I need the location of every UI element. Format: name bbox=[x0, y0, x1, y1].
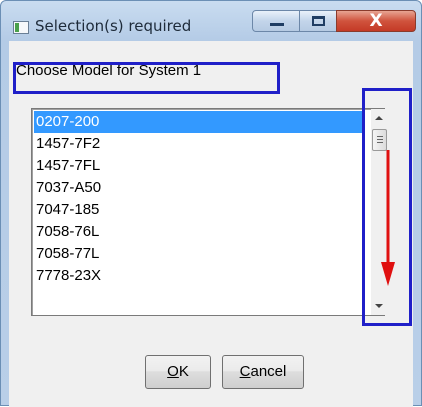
cancel-button[interactable]: Cancel bbox=[222, 355, 304, 389]
list-item[interactable]: 1457-7FL bbox=[34, 155, 364, 177]
minimize-button[interactable] bbox=[252, 10, 300, 32]
list-item[interactable]: 7037-A50 bbox=[34, 177, 364, 199]
cancel-label-rest: ancel bbox=[250, 363, 287, 380]
minimize-icon bbox=[270, 23, 284, 26]
list-item[interactable]: 1457-7F2 bbox=[34, 133, 364, 155]
maximize-icon bbox=[312, 16, 325, 26]
list-item[interactable]: 7047-185 bbox=[34, 199, 364, 221]
list-item[interactable]: 7058-77L bbox=[34, 243, 364, 265]
ok-mnemonic: O bbox=[167, 363, 179, 380]
cancel-mnemonic: C bbox=[239, 363, 251, 380]
model-listbox[interactable]: 0207-200 1457-7F2 1457-7FL 7037-A50 7047-185… bbox=[31, 108, 385, 316]
app-window-icon bbox=[13, 21, 29, 34]
window-title: Selection(s) required bbox=[35, 17, 192, 35]
list-item[interactable]: 7058-76L bbox=[34, 221, 364, 243]
scroll-direction-arrow-icon bbox=[381, 150, 395, 286]
maximize-button[interactable] bbox=[299, 10, 337, 32]
close-icon: X bbox=[369, 11, 383, 31]
ok-label-rest: K bbox=[178, 363, 189, 380]
title-bar[interactable]: Selection(s) required X bbox=[1, 1, 421, 41]
prompt-highlight-box bbox=[13, 62, 280, 94]
list-item[interactable]: 0207-200 bbox=[34, 111, 364, 133]
list-item[interactable]: 7778-23X bbox=[34, 265, 364, 287]
close-button[interactable]: X bbox=[336, 10, 416, 32]
ok-button[interactable]: OK bbox=[145, 355, 211, 389]
